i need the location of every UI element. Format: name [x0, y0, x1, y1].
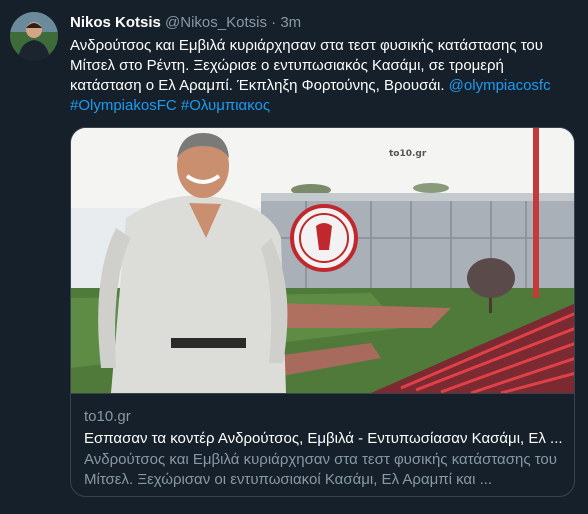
avatar[interactable]: [10, 12, 58, 60]
hashtag-link[interactable]: #OlympiakosFC: [70, 97, 177, 114]
image-watermark: to10.gr: [389, 149, 427, 159]
tweet-header: Nikos Kotsis @Nikos_Kotsis · 3m: [70, 13, 301, 33]
tweet[interactable]: Nikos Kotsis @Nikos_Kotsis · 3m Ανδρούτσ…: [0, 0, 588, 514]
card-description: Ανδρούτσος και Εμβιλά κυριάρχησαν στα τε…: [84, 451, 557, 488]
author-handle[interactable]: @Nikos_Kotsis: [165, 14, 267, 31]
card-domain: to10.gr: [84, 408, 131, 425]
separator-dot: ·: [271, 14, 277, 31]
mention-link[interactable]: @olympiacosfc: [449, 77, 551, 94]
timestamp[interactable]: 3m: [280, 14, 301, 31]
card-image[interactable]: to10.gr: [71, 128, 574, 395]
card-info[interactable]: to10.gr Εσπασαν τα κοντέρ Ανδρούτσος, Εμ…: [71, 393, 574, 496]
link-card[interactable]: to10.gr to10.gr Εσπασαν τα κοντέρ Ανδρού…: [70, 127, 575, 497]
card-title[interactable]: Εσπασαν τα κοντέρ Ανδρούτσος, Εμβιλά - Ε…: [84, 429, 564, 449]
tweet-text: Ανδρούτσος και Εμβιλά κυριάρχησαν στα τε…: [70, 36, 570, 116]
hashtag-link[interactable]: #Ολυμπιακος: [181, 97, 270, 114]
author-name[interactable]: Nikos Kotsis: [70, 14, 161, 31]
